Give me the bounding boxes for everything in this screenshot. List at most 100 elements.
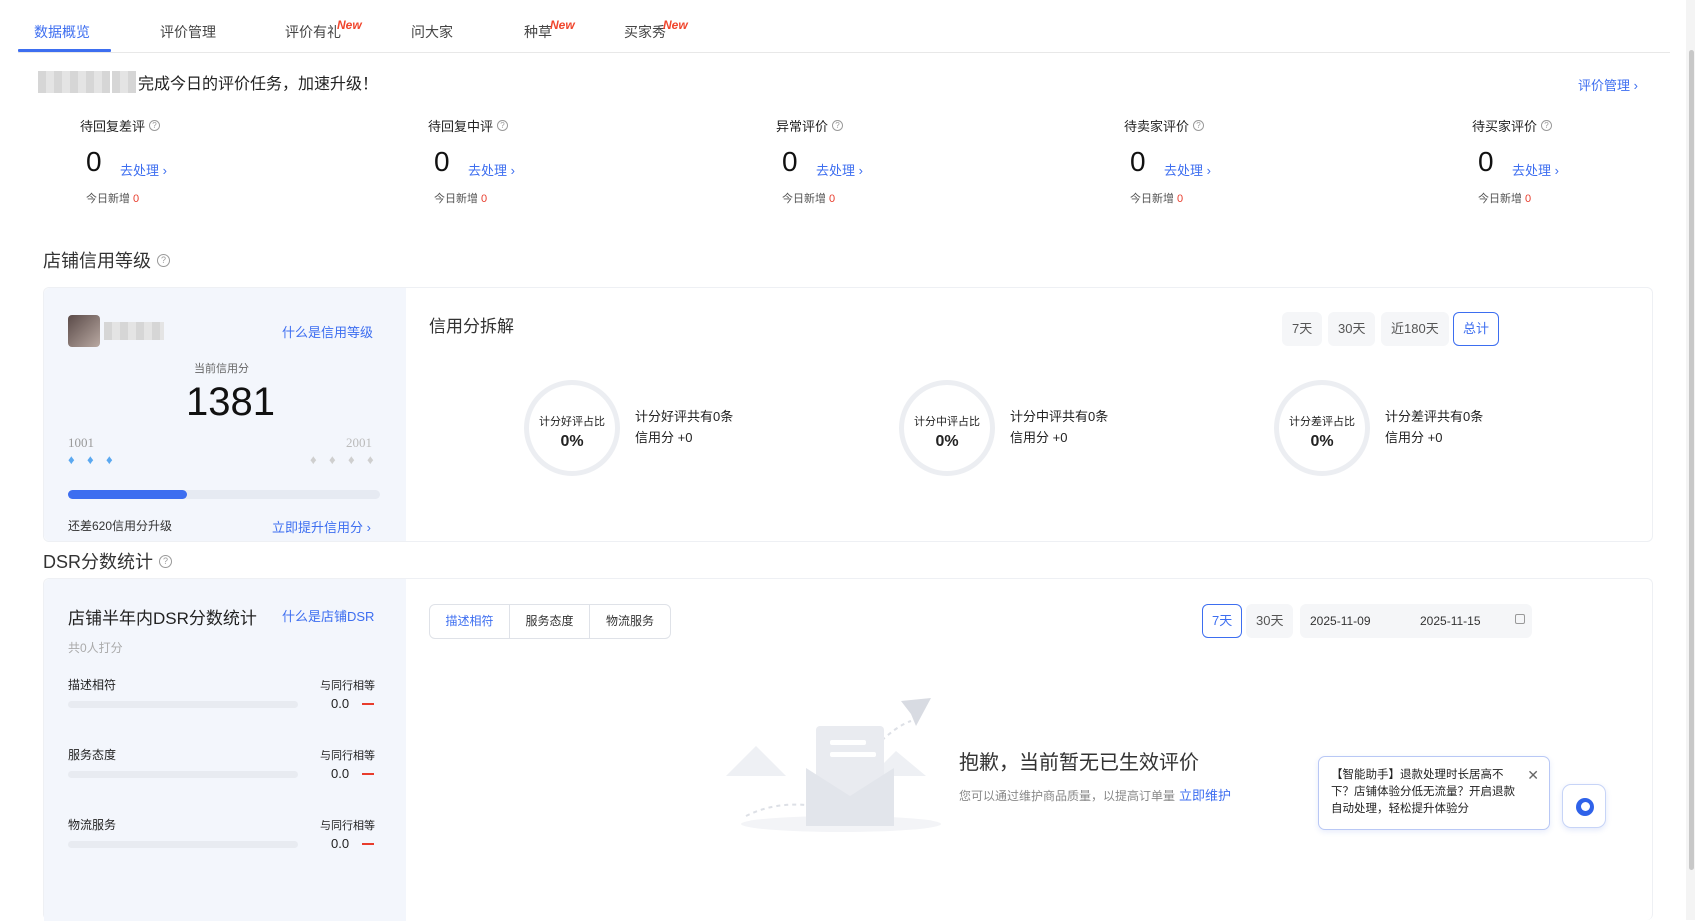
new-badge: New (663, 18, 688, 32)
dsr-range-30d-button[interactable]: 30天 (1246, 604, 1294, 638)
current-level-diamonds: ♦ ♦ ♦ (68, 453, 125, 467)
dsr-panel-title: 店铺半年内DSR分数统计 (68, 609, 257, 628)
stat-value: 0 (86, 146, 102, 177)
maintain-now-link[interactable]: 立即维护 (1179, 788, 1231, 803)
assistant-button[interactable] (1562, 784, 1606, 828)
equal-dash-icon (362, 843, 374, 845)
dsr-summary: 店铺半年内DSR分数统计 什么是店铺DSR 共0人打分 描述相符 与同行相等 0… (44, 579, 406, 921)
handle-link[interactable]: 去处理 › (1164, 160, 1211, 179)
handle-link[interactable]: 去处理 › (468, 160, 515, 179)
range-7d-button[interactable]: 7天 (1282, 312, 1323, 346)
help-icon[interactable]: ? (157, 253, 170, 267)
metric-value: 0.0 (331, 696, 350, 711)
tab-review-management[interactable]: 评价管理 (160, 22, 216, 42)
stat-label: 待回复差评 (80, 119, 146, 134)
tab-service-attitude[interactable]: 服务态度 (510, 605, 590, 638)
tab-label: 评价管理 (160, 24, 216, 40)
ring-title: 计分好评占比 (539, 416, 605, 428)
tab-ask-everyone[interactable]: 问大家 (411, 22, 453, 42)
stat-value: 0 (1478, 146, 1494, 177)
diamond-icon: ♦ (68, 452, 75, 467)
tab-label: 问大家 (411, 24, 453, 40)
stat-value: 0 (434, 146, 450, 177)
stat-label: 异常评价 (776, 119, 829, 134)
metric-bar (68, 701, 298, 708)
bad-review-ring: 计分差评占比 0% (1274, 380, 1370, 476)
handle-link[interactable]: 去处理 › (1512, 160, 1559, 179)
empty-title: 抱歉，当前暂无已生效评价 (959, 752, 1199, 774)
what-is-dsr-link[interactable]: 什么是店铺DSR (282, 606, 374, 625)
dsr-panel: 店铺半年内DSR分数统计 什么是店铺DSR 共0人打分 描述相符 与同行相等 0… (43, 578, 1653, 921)
credit-progress-bar (68, 490, 380, 499)
tab-label: 数据概览 (34, 24, 90, 40)
stat-label: 待回复中评 (428, 119, 494, 134)
ring-title: 计分中评占比 (914, 416, 980, 428)
vertical-scrollbar[interactable] (1686, 0, 1695, 920)
what-is-credit-link[interactable]: 什么是信用等级 (282, 322, 373, 341)
ring-title: 计分差评占比 (1289, 416, 1355, 428)
diamond-icon: ♦ (367, 452, 374, 467)
help-icon[interactable]: ? (497, 120, 509, 131)
tab-review-gift[interactable]: 评价有礼 New (285, 18, 362, 42)
scrollbar-thumb[interactable] (1689, 50, 1694, 870)
help-icon[interactable]: ? (159, 554, 173, 568)
review-management-link[interactable]: 评价管理 › (1578, 75, 1638, 94)
help-icon[interactable]: ? (1541, 120, 1553, 131)
mid-review-ring: 计分中评占比 0% (899, 380, 995, 476)
avatar (68, 315, 100, 347)
tab-data-overview[interactable]: 数据概览 (34, 22, 90, 42)
metric-label: 服务态度 (68, 748, 117, 762)
ring-description: 计分好评共有0条 信用分 +0 (635, 409, 734, 445)
stat-label: 待买家评价 (1472, 119, 1538, 134)
help-icon[interactable]: ? (832, 120, 844, 131)
current-credit-label: 当前信用分 (194, 363, 249, 375)
tab-bar: 数据概览 评价管理 评价有礼 New 问大家 种草 New 买家秀 New (18, 0, 1670, 53)
today-new: 今日新增 0 (1130, 193, 1184, 205)
date-range-picker[interactable]: 2025-11-09 2025-11-15 (1300, 604, 1532, 638)
empty-subtitle: 您可以通过维护商品质量，以提高订单量 立即维护 (959, 788, 1232, 803)
dsr-metric-tabs: 描述相符 服务态度 物流服务 (429, 604, 671, 639)
blurred-shop-name (104, 322, 164, 340)
metric-compare: 与同行相等 (320, 820, 375, 832)
range-30d-button[interactable]: 30天 (1328, 312, 1376, 346)
equal-dash-icon (362, 703, 374, 705)
tab-description-match[interactable]: 描述相符 (430, 605, 510, 638)
stat-card: 待卖家评价? 0 去处理 › 今日新增 0 (1124, 116, 1324, 205)
improve-credit-link[interactable]: 立即提升信用分 › (272, 517, 371, 536)
current-credit-value: 1381 (186, 380, 275, 424)
ring-percent: 0% (1310, 433, 1334, 450)
stat-value: 0 (782, 146, 798, 177)
assistant-popup: 【智能助手】退款处理时长居高不下？店铺体验分低无流量？开启退款自动处理，轻松提升… (1318, 756, 1550, 830)
assistant-icon (1576, 798, 1594, 816)
section-title-credit: 店铺信用等级? (43, 247, 170, 273)
tab-seeding[interactable]: 种草 New (524, 18, 575, 42)
dsr-range-7d-button[interactable]: 7天 (1202, 604, 1243, 638)
assistant-text: 【智能助手】退款处理时长居高不下？店铺体验分低无流量？开启退款自动处理，轻松提升… (1331, 769, 1515, 815)
today-new: 今日新增 0 (86, 193, 140, 205)
empty-state-illustration (726, 698, 941, 832)
range-total-button[interactable]: 总计 (1453, 312, 1500, 346)
today-new: 今日新增 0 (782, 193, 836, 205)
metric-value: 0.0 (331, 766, 350, 781)
date-start: 2025-11-09 (1310, 614, 1371, 628)
stat-card: 待买家评价? 0 去处理 › 今日新增 0 (1472, 116, 1672, 205)
range-180d-button[interactable]: 近180天 (1381, 312, 1449, 346)
stat-card: 异常评价? 0 去处理 › 今日新增 0 (776, 116, 976, 205)
new-badge: New (337, 18, 362, 32)
section-title-dsr: DSR分数统计? (43, 548, 173, 574)
diamond-icon: ♦ (329, 452, 336, 467)
help-icon[interactable]: ? (149, 120, 161, 131)
diamond-icon: ♦ (348, 452, 355, 467)
ring-percent: 0% (560, 433, 584, 450)
handle-link[interactable]: 去处理 › (816, 160, 863, 179)
close-icon[interactable]: ✕ (1527, 767, 1539, 784)
diamond-icon: ♦ (87, 452, 94, 467)
tab-buyer-show[interactable]: 买家秀 New (624, 18, 688, 42)
date-end: 2025-11-15 (1420, 614, 1481, 628)
handle-link[interactable]: 去处理 › (120, 160, 167, 179)
help-icon[interactable]: ? (1193, 120, 1205, 131)
tab-logistics-service[interactable]: 物流服务 (590, 605, 670, 638)
calendar-icon (1515, 614, 1525, 624)
today-new: 今日新增 0 (1478, 193, 1532, 205)
blurred-username (38, 71, 110, 93)
